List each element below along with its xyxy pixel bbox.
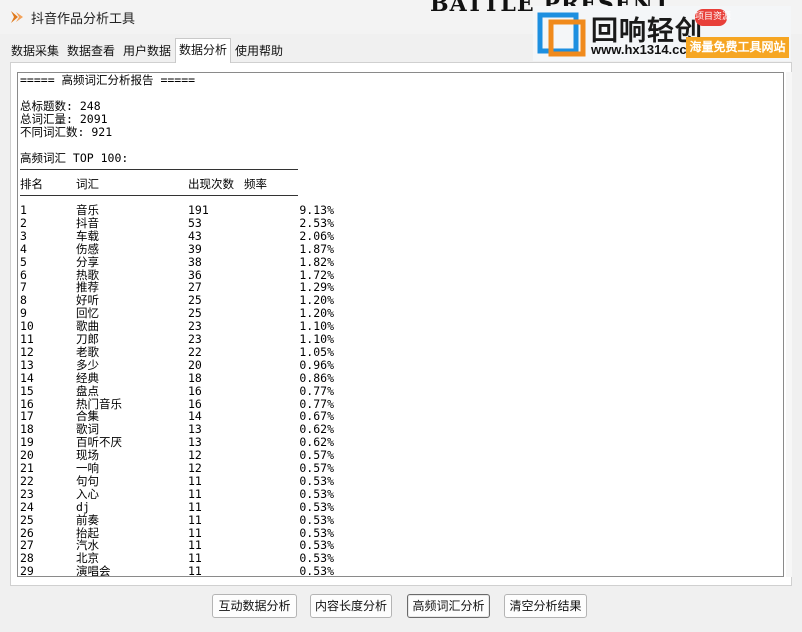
textarea-edge bbox=[786, 72, 792, 577]
freq-cell: 0.62% bbox=[299, 435, 334, 450]
table-row: 25 前奏 11 0.53% bbox=[20, 512, 350, 527]
table-row: 4 伤感 39 1.87% bbox=[20, 241, 350, 256]
freq-cell: 0.53% bbox=[299, 538, 334, 553]
freq-cell: 0.86% bbox=[299, 370, 334, 385]
content-length-analysis-button[interactable]: 内容长度分析 bbox=[310, 594, 392, 618]
table-row: 22 句句 11 0.53% bbox=[20, 473, 350, 488]
clear-results-button[interactable]: 清空分析结果 bbox=[504, 594, 587, 618]
tab-help[interactable]: 使用帮助 bbox=[232, 42, 287, 62]
banner-slogan: 海量免费工具网站 bbox=[686, 37, 789, 58]
freq-cell: 0.62% bbox=[299, 422, 334, 437]
freq-cell: 1.10% bbox=[299, 332, 334, 346]
word-frequency-analysis-button[interactable]: 高频词汇分析 bbox=[407, 594, 490, 618]
freq-cell: 1.72% bbox=[299, 267, 334, 282]
freq-cell: 1.29% bbox=[299, 280, 334, 295]
interaction-analysis-button[interactable]: 互动数据分析 bbox=[212, 594, 297, 618]
banner-url: www.hx1314.cc bbox=[591, 42, 687, 57]
freq-cell: 1.20% bbox=[299, 306, 334, 321]
freq-cell: 0.53% bbox=[299, 486, 334, 501]
freq-cell: 1.05% bbox=[299, 344, 334, 359]
column-freq: 频率 bbox=[244, 177, 267, 191]
table-row: 23 入心 11 0.53% bbox=[20, 486, 350, 501]
freq-cell: 1.82% bbox=[299, 254, 334, 269]
freq-cell: 2.06% bbox=[299, 228, 334, 243]
report-heading: ===== 高频词汇分析报告 ===== bbox=[20, 73, 196, 87]
banner-badge: 项目资源 bbox=[695, 9, 731, 26]
divider bbox=[20, 169, 298, 170]
freq-cell: 0.53% bbox=[299, 499, 334, 514]
freq-cell: 9.13% bbox=[299, 203, 334, 217]
analysis-result-textarea[interactable]: ===== 高频词汇分析报告 ===== 总标题数: 248 总词汇量: 209… bbox=[17, 72, 784, 577]
tab-user-data[interactable]: 用户数据 bbox=[120, 42, 175, 62]
freq-cell: 0.53% bbox=[299, 551, 334, 566]
freq-cell: 0.53% bbox=[299, 525, 334, 540]
column-rank: 排名 bbox=[20, 177, 43, 191]
unique-words: 不同词汇数: 921 bbox=[20, 125, 113, 139]
freq-cell: 0.67% bbox=[299, 409, 334, 424]
app-logo-icon bbox=[11, 11, 23, 23]
column-header-row: 排名 词汇 出现次数 频率 bbox=[20, 178, 350, 191]
freq-cell: 0.77% bbox=[299, 396, 334, 411]
table-row: 29 演唱会 11 0.53% bbox=[20, 564, 350, 577]
column-count: 出现次数 bbox=[188, 177, 234, 191]
freq-cell: 0.53% bbox=[299, 564, 334, 577]
freq-cell: 1.20% bbox=[299, 293, 334, 308]
table-row: 13 多少 20 0.96% bbox=[20, 357, 350, 372]
tab-data-analysis[interactable]: 数据分析 bbox=[175, 38, 232, 63]
column-word: 词汇 bbox=[76, 177, 99, 191]
table-row: 12 老歌 22 1.05% bbox=[20, 344, 350, 359]
tab-data-collection[interactable]: 数据采集 bbox=[8, 42, 63, 62]
freq-cell: 0.53% bbox=[299, 512, 334, 527]
window-title: 抖音作品分析工具 bbox=[31, 12, 136, 27]
table-row: 5 分享 38 1.82% bbox=[20, 254, 350, 269]
table-row: 14 经典 18 0.86% bbox=[20, 370, 350, 385]
freq-cell: 0.57% bbox=[299, 448, 334, 463]
table-row: 3 车载 43 2.06% bbox=[20, 228, 350, 243]
top-heading: 高频词汇 TOP 100: bbox=[20, 151, 129, 165]
tab-data-view[interactable]: 数据查看 bbox=[64, 42, 119, 62]
table-row: 15 盘点 16 0.77% bbox=[20, 383, 350, 398]
freq-cell: 2.53% bbox=[299, 215, 334, 230]
freq-cell: 0.57% bbox=[299, 461, 334, 475]
freq-cell: 0.96% bbox=[299, 357, 334, 372]
table-row: 24 dj 11 0.53% bbox=[20, 499, 350, 514]
table-row: 2 抖音 53 2.53% bbox=[20, 215, 350, 230]
promo-banner[interactable]: 回响轻创 项目资源 www.hx1314.cc 海量免费工具网站 bbox=[533, 6, 791, 61]
banner-logo-icon bbox=[537, 12, 586, 57]
freq-cell: 0.53% bbox=[299, 473, 334, 488]
freq-cell: 1.87% bbox=[299, 241, 334, 256]
freq-cell: 0.77% bbox=[299, 383, 334, 398]
freq-cell: 1.10% bbox=[299, 319, 334, 334]
divider bbox=[20, 195, 298, 196]
